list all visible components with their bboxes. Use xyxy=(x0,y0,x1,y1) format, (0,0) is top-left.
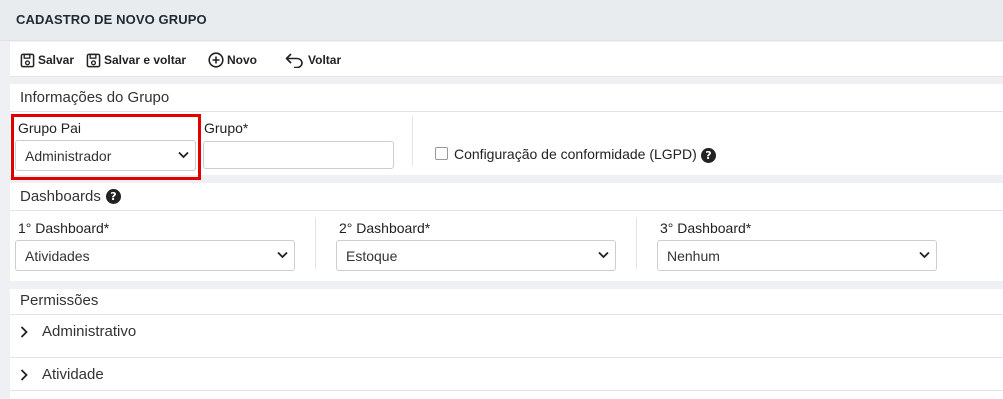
group-info-title: Informações do Grupo xyxy=(20,89,170,106)
dashboards-header: Dashboards ? xyxy=(20,188,121,205)
page-title: CADASTRO DE NOVO GRUPO xyxy=(16,12,207,27)
compliance-checkbox[interactable] xyxy=(435,147,448,160)
chevron-right-icon xyxy=(20,326,28,338)
back-button-label: Voltar xyxy=(308,53,342,67)
save-button-label: Salvar xyxy=(38,53,75,67)
save-and-back-label: Salvar e voltar xyxy=(104,53,187,67)
plus-circle-icon xyxy=(208,52,224,68)
help-icon[interactable]: ? xyxy=(105,189,121,204)
dashboards-title: Dashboards xyxy=(20,188,101,205)
group-info-divider xyxy=(10,111,1003,112)
first-dashboard-value: Atividades xyxy=(25,247,90,264)
floppy-disk-icon xyxy=(86,53,101,67)
chevron-down-icon xyxy=(598,251,609,259)
save-and-back-button[interactable]: Salvar e voltar xyxy=(86,51,186,69)
new-button[interactable]: Novo xyxy=(208,51,257,69)
dashboards-panel: Dashboards ? 1° Dashboard* Atividades 2°… xyxy=(10,183,1003,281)
accordion-item-label: Atividade xyxy=(42,366,104,383)
second-dashboard-select[interactable]: Estoque xyxy=(336,240,616,271)
page-header: CADASTRO DE NOVO GRUPO xyxy=(0,0,1003,41)
first-dashboard-select[interactable]: Atividades xyxy=(15,240,295,271)
first-dashboard-label: 1° Dashboard* xyxy=(18,220,110,236)
second-dashboard-label: 2° Dashboard* xyxy=(339,220,431,236)
new-button-label: Novo xyxy=(227,53,257,67)
help-icon[interactable]: ? xyxy=(701,146,716,163)
third-dashboard-value: Nenhum xyxy=(667,247,720,264)
compliance-label: Configuração de conformidade (LGPD) xyxy=(454,146,697,162)
accordion-item-administrativo[interactable]: Administrativo xyxy=(10,314,1003,347)
floppy-disk-icon xyxy=(20,53,35,67)
chevron-down-icon xyxy=(919,251,930,259)
third-dashboard-label: 3° Dashboard* xyxy=(660,220,752,236)
vertical-divider xyxy=(315,217,316,269)
accordion-item-label: Administrativo xyxy=(42,323,137,340)
save-button[interactable]: Salvar xyxy=(20,51,74,69)
toolbar: Salvar Salvar e voltar Novo Voltar xyxy=(10,42,1003,77)
chevron-down-icon xyxy=(277,251,288,259)
vertical-divider xyxy=(412,116,413,166)
vertical-divider xyxy=(636,217,637,269)
undo-arrow-icon xyxy=(285,53,303,68)
accordion-divider xyxy=(10,390,1003,391)
third-dashboard-select[interactable]: Nenhum xyxy=(657,240,937,271)
second-dashboard-value: Estoque xyxy=(346,247,398,264)
accordion-item-atividade[interactable]: Atividade xyxy=(10,357,1003,390)
permissions-title: Permissões xyxy=(20,292,99,309)
highlight-box xyxy=(11,114,201,180)
dashboards-divider xyxy=(10,210,1003,211)
chevron-right-icon xyxy=(20,369,28,381)
group-name-input[interactable] xyxy=(203,141,394,169)
back-button[interactable]: Voltar xyxy=(285,51,341,69)
group-label: Grupo* xyxy=(204,120,249,136)
